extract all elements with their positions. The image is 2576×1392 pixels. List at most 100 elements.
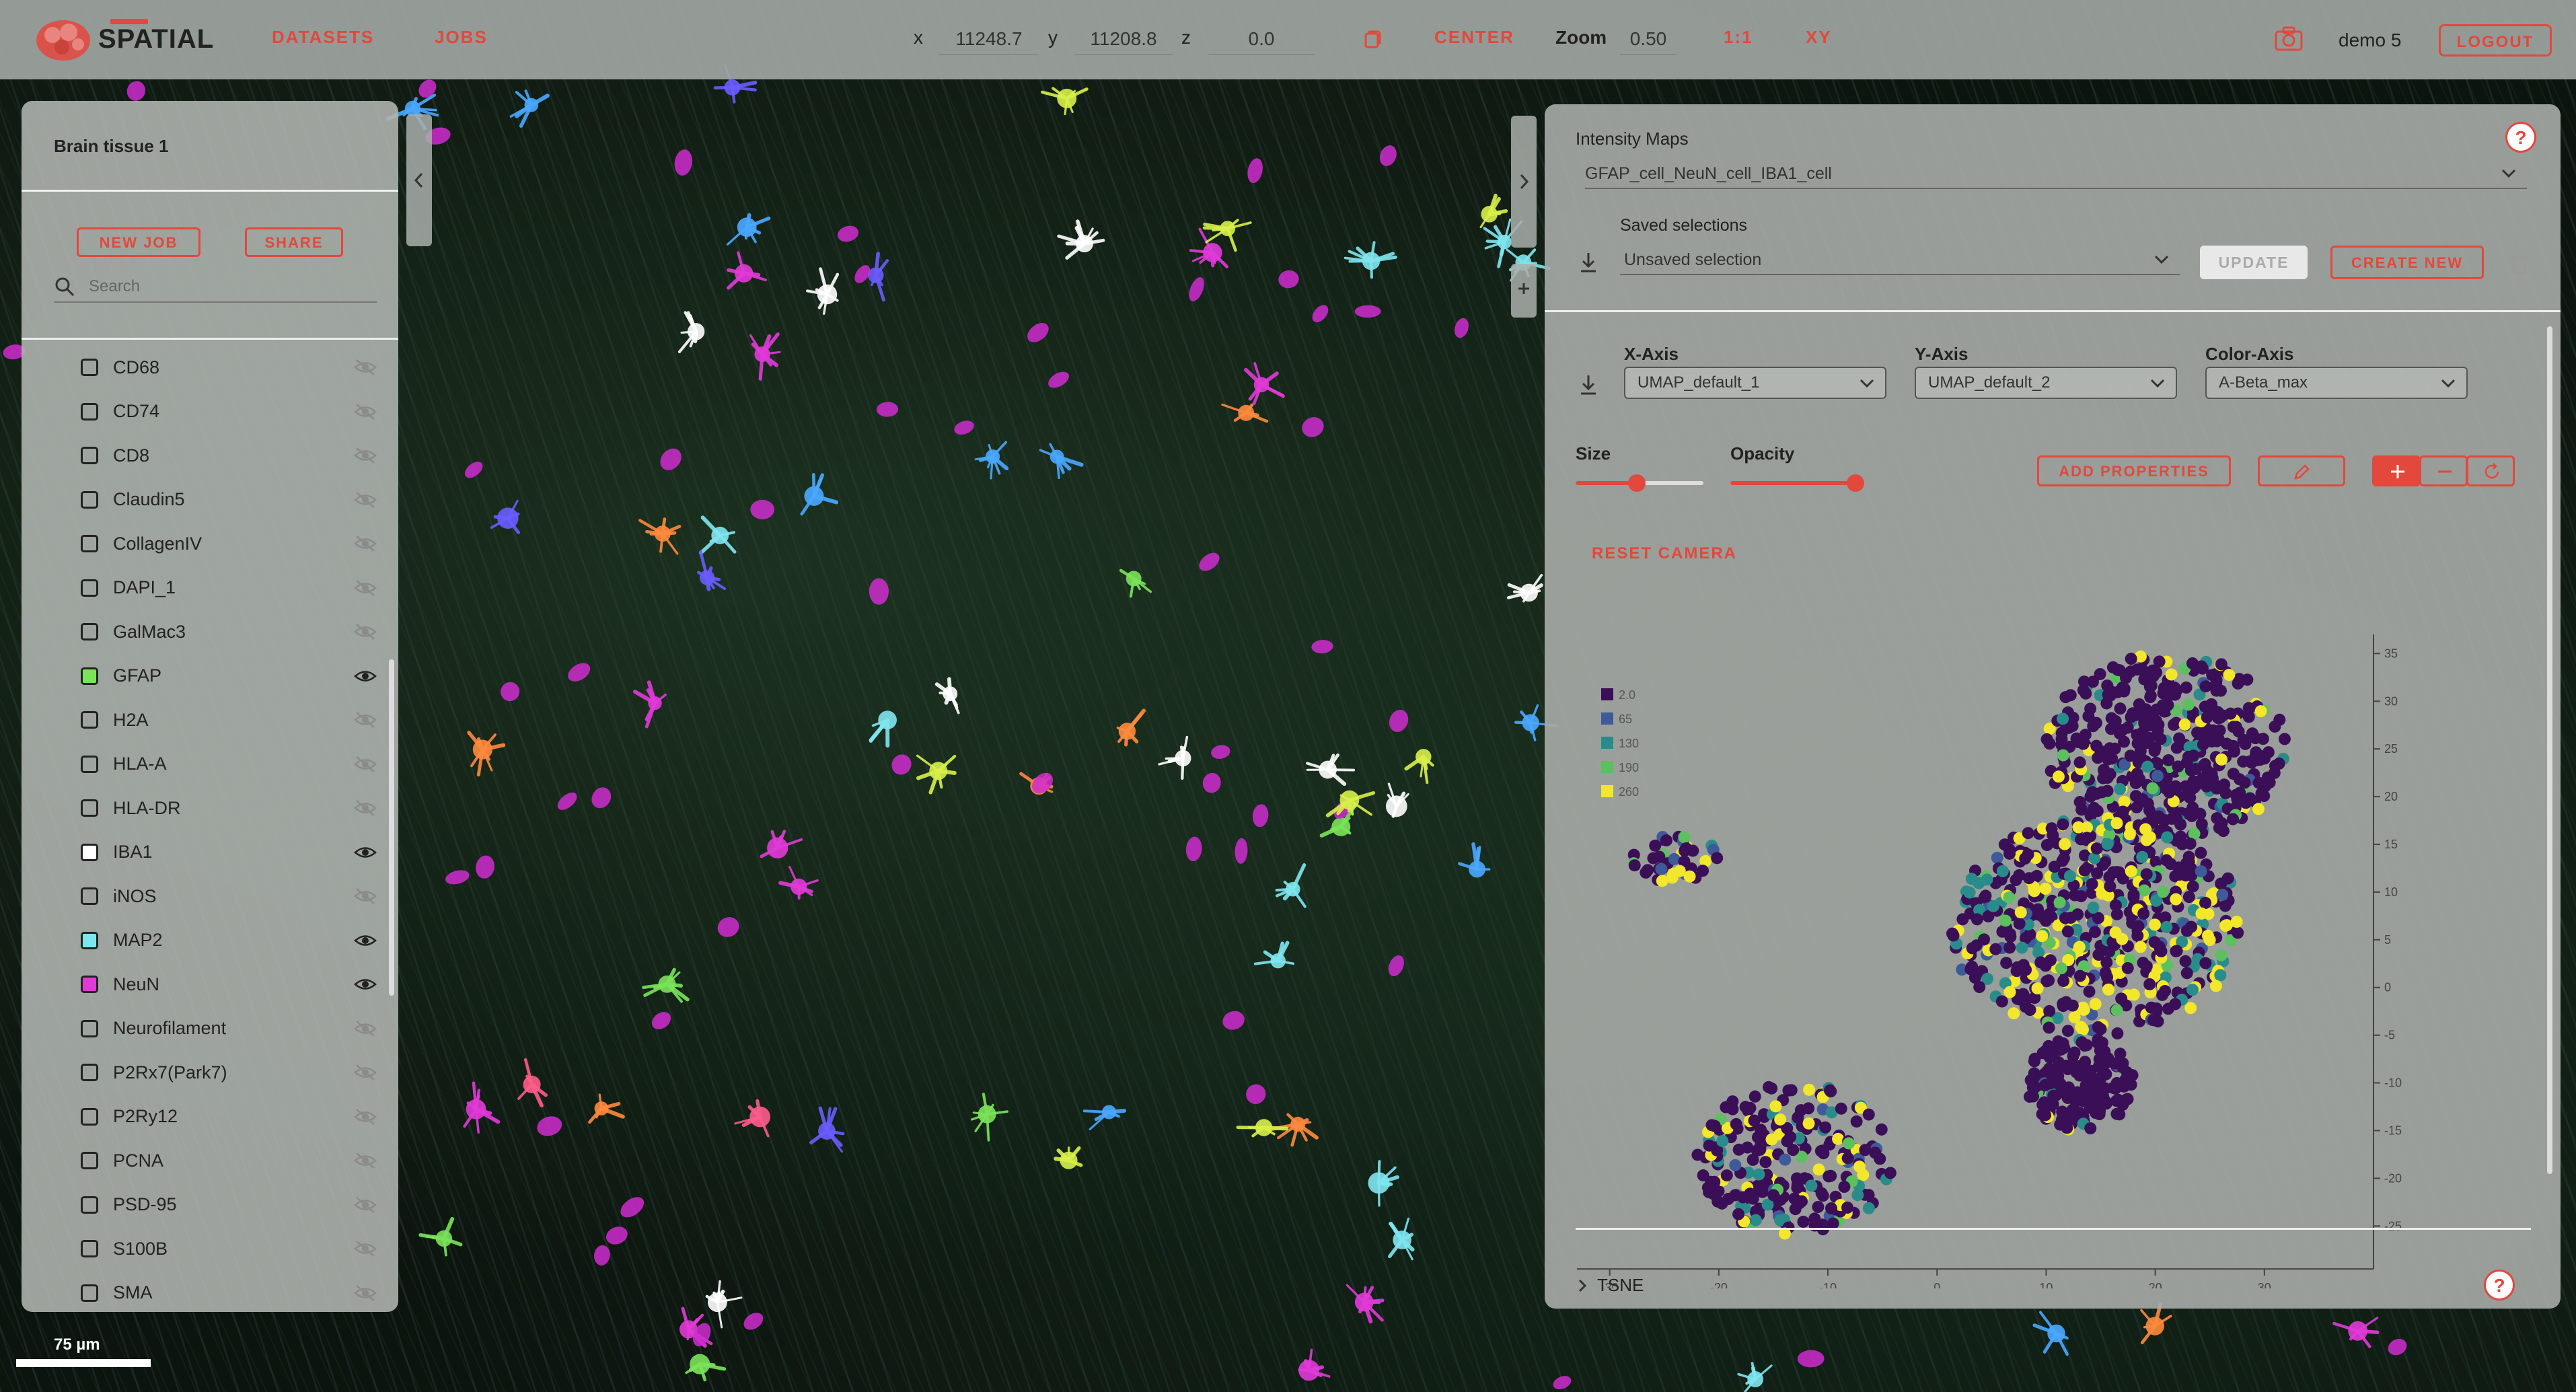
camera-icon[interactable] <box>2274 26 2304 52</box>
channel-checkbox[interactable] <box>81 579 98 597</box>
channel-item[interactable]: PCNA <box>81 1142 377 1179</box>
add-panel-button[interactable] <box>1511 264 1537 318</box>
size-slider-thumb[interactable] <box>1628 474 1646 492</box>
channel-checkbox[interactable] <box>81 976 98 993</box>
saved-selection-select[interactable]: Unsaved selection <box>1620 244 2180 275</box>
eye-off-icon[interactable] <box>354 1284 377 1302</box>
y-coord-input[interactable]: 11208.8 <box>1074 24 1173 55</box>
eye-off-icon[interactable] <box>354 403 377 420</box>
app-logo[interactable]: SPATIAL <box>32 12 234 66</box>
channel-checkbox[interactable] <box>81 1064 98 1081</box>
channel-item[interactable]: SMA <box>81 1274 377 1310</box>
right-panel-collapse-button[interactable] <box>1511 116 1537 248</box>
channel-item[interactable]: Claudin5 <box>81 481 377 519</box>
nav-jobs-link[interactable]: JOBS <box>435 27 488 48</box>
channel-checkbox[interactable] <box>81 359 98 376</box>
eye-off-icon[interactable] <box>354 1152 377 1169</box>
help-icon[interactable]: ? <box>2505 122 2536 153</box>
channel-item[interactable]: PSD-95 <box>81 1186 377 1224</box>
channel-item[interactable]: GalMac3 <box>81 613 377 651</box>
channel-item[interactable]: CD74 <box>81 393 377 431</box>
channel-item[interactable]: P2Ry12 <box>81 1098 377 1136</box>
channel-checkbox[interactable] <box>81 1107 98 1126</box>
eye-off-icon[interactable] <box>354 491 377 509</box>
channel-list-scrollbar[interactable] <box>389 659 394 996</box>
download-icon[interactable] <box>1578 373 1598 396</box>
eye-off-icon[interactable] <box>354 756 377 773</box>
channel-checkbox[interactable] <box>81 887 98 905</box>
copy-icon[interactable] <box>1362 30 1383 51</box>
eye-off-icon[interactable] <box>354 579 377 597</box>
edit-button[interactable] <box>2258 455 2345 486</box>
y-axis-select[interactable]: UMAP_default_2 <box>1915 367 2177 399</box>
channel-item[interactable]: NeuN <box>81 965 377 1003</box>
zoom-input[interactable]: 0.50 <box>1620 24 1677 55</box>
channel-checkbox[interactable] <box>81 799 98 817</box>
eye-off-icon[interactable] <box>354 1196 377 1214</box>
channel-checkbox[interactable] <box>81 490 98 509</box>
xy-button[interactable]: XY <box>1806 27 1832 48</box>
analysis-panel-scrollbar[interactable] <box>2547 326 2552 1174</box>
channel-checkbox[interactable] <box>81 1019 98 1037</box>
help-icon[interactable]: ? <box>2484 1270 2515 1301</box>
channel-checkbox[interactable] <box>81 623 98 640</box>
channel-checkbox[interactable] <box>81 447 98 464</box>
ratio-button[interactable]: 1:1 <box>1724 27 1753 48</box>
channel-item[interactable]: IBA1 <box>81 834 377 871</box>
eye-off-icon[interactable] <box>354 359 377 376</box>
channel-item[interactable]: GFAP <box>81 657 377 695</box>
eye-off-icon[interactable] <box>354 887 377 905</box>
x-coord-input[interactable]: 11248.7 <box>939 24 1039 55</box>
zoom-out-button[interactable] <box>2419 455 2468 486</box>
channel-item[interactable]: Neurofilament <box>81 1010 377 1048</box>
channel-item[interactable]: HLA-DR <box>81 789 377 827</box>
color-axis-select[interactable]: A-Beta_max <box>2205 367 2468 399</box>
channel-checkbox[interactable] <box>81 1196 98 1214</box>
channel-checkbox[interactable] <box>81 1152 98 1169</box>
z-coord-input[interactable]: 0.0 <box>1208 24 1315 55</box>
share-button[interactable]: SHARE <box>245 227 343 257</box>
channel-checkbox[interactable] <box>81 1240 98 1257</box>
center-button[interactable]: CENTER <box>1434 27 1514 48</box>
update-button[interactable]: UPDATE <box>2200 246 2308 279</box>
add-properties-button[interactable]: ADD PROPERTIES <box>2037 455 2231 486</box>
x-axis-select[interactable]: UMAP_default_1 <box>1624 367 1886 399</box>
search-input[interactable] <box>87 274 373 299</box>
channel-checkbox[interactable] <box>81 1284 98 1302</box>
eye-off-icon[interactable] <box>354 1064 377 1081</box>
eye-off-icon[interactable] <box>354 447 377 464</box>
eye-off-icon[interactable] <box>354 1240 377 1257</box>
download-icon[interactable] <box>1578 251 1598 274</box>
channel-item[interactable]: S100B <box>81 1230 377 1268</box>
eye-icon[interactable] <box>354 976 377 993</box>
channel-checkbox[interactable] <box>81 667 98 685</box>
eye-off-icon[interactable] <box>354 535 377 552</box>
reset-button[interactable] <box>2466 455 2515 486</box>
channel-item[interactable]: HLA-A <box>81 745 377 783</box>
channel-item[interactable]: CD68 <box>81 349 377 386</box>
eye-off-icon[interactable] <box>354 1108 377 1126</box>
tsne-section-toggle[interactable]: TSNE <box>1597 1275 1644 1296</box>
create-new-button[interactable]: CREATE NEW <box>2330 246 2484 279</box>
nav-datasets-link[interactable]: DATASETS <box>272 27 374 48</box>
channel-item[interactable]: MAP2 <box>81 922 377 959</box>
eye-off-icon[interactable] <box>354 1020 377 1037</box>
channel-item[interactable]: CD8 <box>81 437 377 474</box>
trash-icon[interactable] <box>2509 252 2530 275</box>
eye-off-icon[interactable] <box>354 711 377 729</box>
channel-item[interactable]: H2A <box>81 701 377 739</box>
opacity-slider-thumb[interactable] <box>1847 474 1865 492</box>
umap-scatter-plot[interactable]: -30 -20 -10 0 10 20 3035302520151050-5-10-15-2… <box>1545 508 2561 1288</box>
channel-checkbox[interactable] <box>81 843 98 861</box>
chevron-right-icon[interactable] <box>1576 1278 1589 1294</box>
new-job-button[interactable]: NEW JOB <box>77 227 200 257</box>
channel-checkbox[interactable] <box>81 402 98 420</box>
channel-checkbox[interactable] <box>81 535 98 552</box>
eye-icon[interactable] <box>354 932 377 949</box>
channel-item[interactable]: iNOS <box>81 877 377 915</box>
channel-item[interactable]: DAPI_1 <box>81 569 377 607</box>
eye-icon[interactable] <box>354 667 377 685</box>
eye-off-icon[interactable] <box>354 623 377 640</box>
channel-checkbox[interactable] <box>81 931 98 949</box>
channel-checkbox[interactable] <box>81 711 98 729</box>
